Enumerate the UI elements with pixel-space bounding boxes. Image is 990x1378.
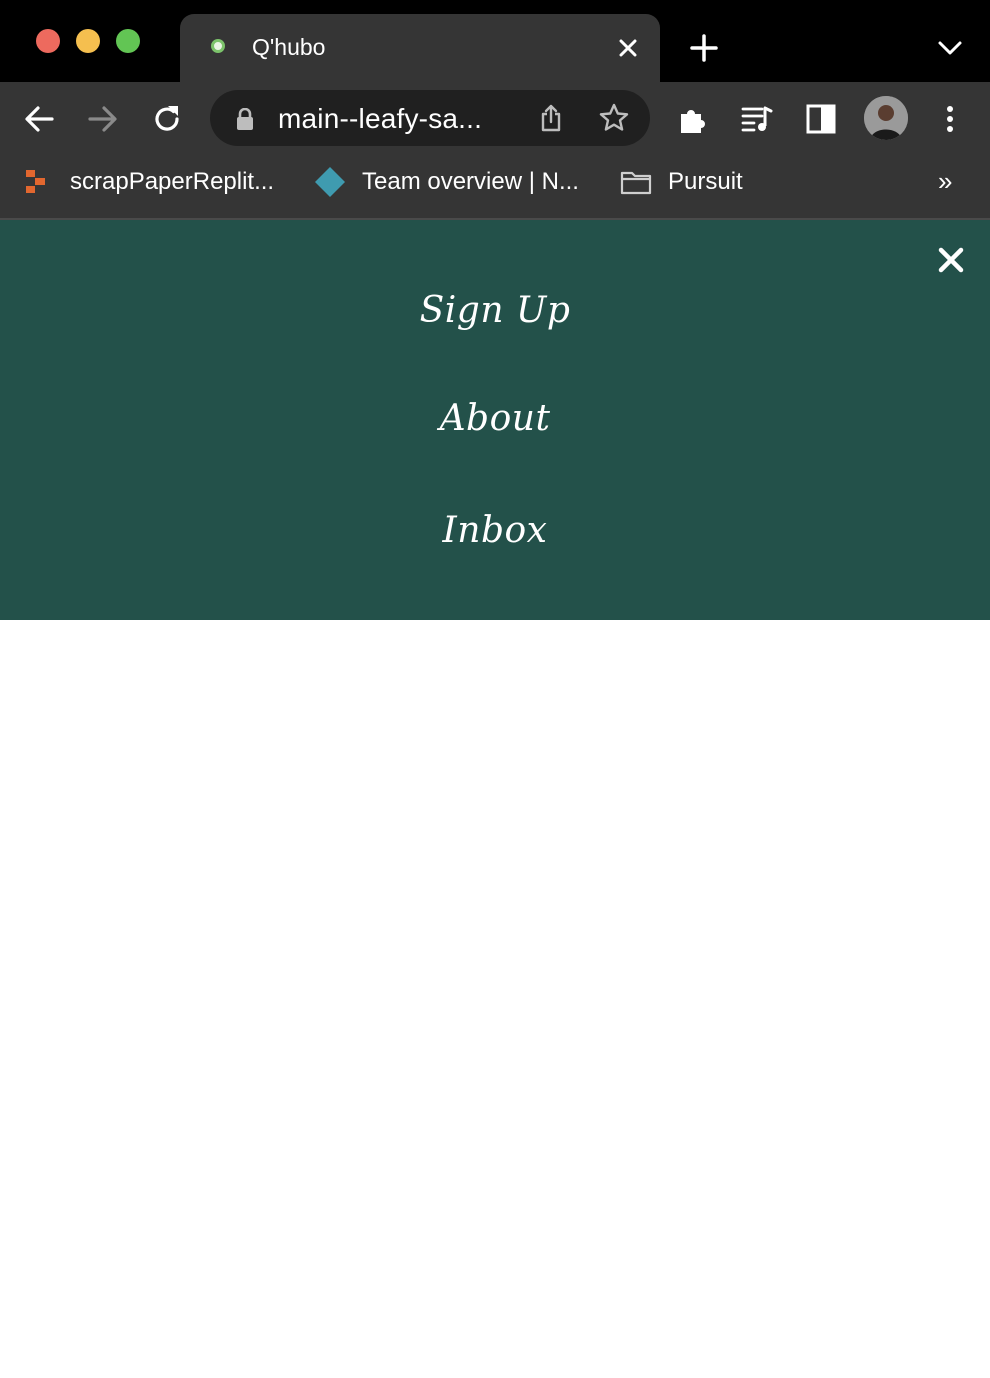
maximize-window-button[interactable] — [116, 29, 140, 53]
extensions-puzzle-icon[interactable] — [676, 102, 710, 136]
nav-link-about[interactable]: About — [0, 398, 990, 439]
lock-icon[interactable] — [236, 107, 254, 130]
bookmark-star-icon[interactable] — [598, 102, 630, 134]
bookmark-label: scrapPaperReplit... — [70, 168, 275, 195]
site-favicon-icon — [211, 39, 225, 53]
browser-title-bar: Q'hubo — [0, 0, 990, 82]
close-window-button[interactable] — [36, 29, 60, 53]
minimize-window-button[interactable] — [76, 29, 100, 53]
folder-icon — [620, 169, 652, 195]
share-icon[interactable] — [536, 103, 566, 133]
bookmark-item-team-overview[interactable]: Team overview | N... — [314, 166, 579, 198]
profile-avatar[interactable] — [864, 96, 908, 140]
new-tab-plus-icon[interactable] — [686, 30, 722, 66]
tab-search-chevron-down-icon[interactable] — [936, 38, 964, 58]
close-menu-icon[interactable] — [938, 247, 964, 273]
page-body — [0, 620, 990, 1378]
bookmark-item-scrappaper[interactable]: scrapPaperReplit... — [24, 166, 274, 198]
browser-toolbar: main--leafy-sa... — [0, 82, 990, 154]
menu-kebab-icon[interactable] — [934, 102, 968, 136]
tab-title: Q'hubo — [252, 34, 326, 60]
replit-icon — [24, 168, 48, 196]
reload-icon[interactable] — [150, 102, 184, 136]
forward-arrow-icon[interactable] — [86, 102, 120, 136]
mobile-nav-menu: Sign Up About Inbox — [0, 220, 990, 620]
bookmarks-overflow-chevron-icon[interactable]: » — [938, 166, 952, 197]
bookmark-label: Team overview | N... — [362, 168, 579, 195]
bookmark-label: Pursuit — [668, 168, 743, 195]
address-bar-url[interactable]: main--leafy-sa... — [278, 103, 482, 135]
tab-close-icon[interactable] — [614, 34, 642, 62]
side-panel-icon[interactable] — [804, 102, 838, 136]
nav-link-inbox[interactable]: Inbox — [0, 510, 990, 551]
address-bar[interactable]: main--leafy-sa... — [210, 90, 650, 146]
media-controls-icon[interactable] — [740, 102, 774, 136]
nav-link-sign-up[interactable]: Sign Up — [0, 290, 990, 331]
browser-tab-active[interactable]: Q'hubo — [180, 14, 660, 82]
bookmark-folder-pursuit[interactable]: Pursuit — [620, 166, 743, 198]
bookmarks-bar: scrapPaperReplit... Team overview | N...… — [0, 154, 990, 220]
back-arrow-icon[interactable] — [22, 102, 56, 136]
diamond-icon — [314, 166, 346, 198]
